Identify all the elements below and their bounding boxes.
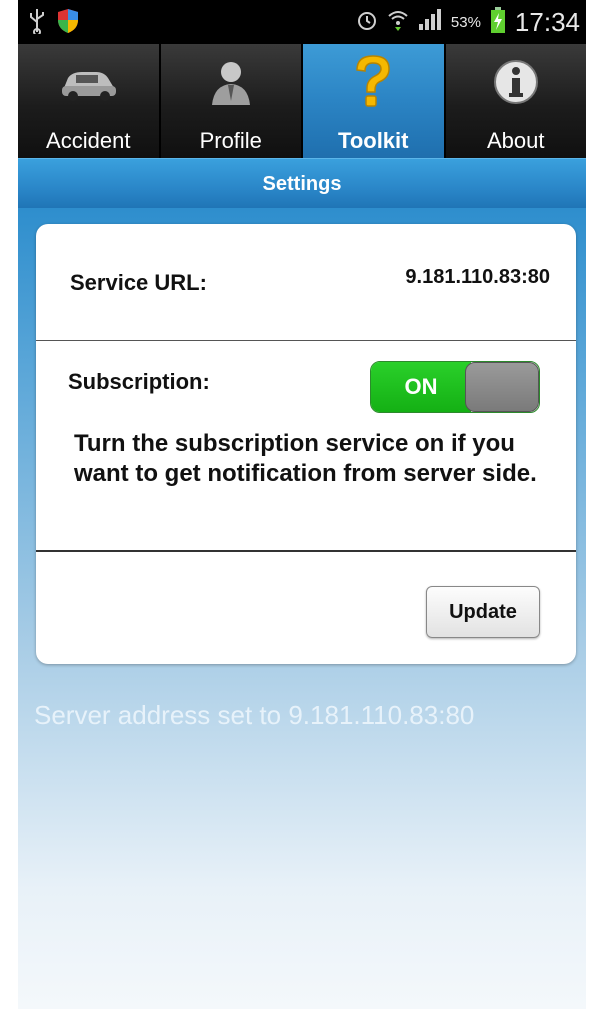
tab-bar: Accident Profile Toolkit About <box>18 44 586 158</box>
alarm-icon <box>355 8 379 37</box>
tab-label: Profile <box>199 128 262 153</box>
update-button[interactable]: Update <box>426 586 540 638</box>
clock: 17:34 <box>514 7 580 37</box>
status-message: Server address set to 9.181.110.83:80 <box>34 700 475 730</box>
usb-icon <box>28 8 46 39</box>
toggle-on-label: ON <box>371 362 471 412</box>
tab-label: Accident <box>46 128 131 153</box>
content-area: Service URL: 9.181.110.83:80 Subscriptio… <box>18 208 586 1009</box>
page-title: Settings <box>262 173 342 195</box>
status-bar: 53% 17:34 <box>18 0 586 44</box>
shield-icon <box>56 8 80 39</box>
tab-accident[interactable]: Accident <box>18 44 161 158</box>
subscription-row: Subscription: ON Turn the subscription s… <box>36 341 576 552</box>
service-url-value: 9.181.110.83:80 <box>405 266 550 288</box>
app-screen: 53% 17:34 Accident Profile Toolkit About… <box>18 0 586 1009</box>
toggle-knob[interactable] <box>465 362 539 412</box>
subscription-toggle[interactable]: ON <box>370 361 540 413</box>
battery-percent: 53% <box>450 14 481 31</box>
signal-icon <box>417 8 443 37</box>
tab-label: About <box>487 128 545 153</box>
car-icon <box>58 54 118 110</box>
subscription-label: Subscription: <box>68 369 210 394</box>
info-icon <box>486 54 546 110</box>
person-icon <box>201 54 261 110</box>
subscription-description: Turn the subscription service on if you … <box>74 430 537 487</box>
tab-about[interactable]: About <box>445 44 586 158</box>
wifi-icon <box>387 8 409 37</box>
tab-profile[interactable]: Profile <box>160 44 303 158</box>
update-row: Update <box>36 552 576 664</box>
settings-header: Settings <box>18 158 586 209</box>
question-icon <box>343 54 403 110</box>
service-url-row[interactable]: Service URL: 9.181.110.83:80 <box>36 224 576 341</box>
settings-card: Service URL: 9.181.110.83:80 Subscriptio… <box>36 224 576 664</box>
service-url-label: Service URL: <box>70 270 207 295</box>
tab-toolkit[interactable]: Toolkit <box>303 44 446 158</box>
battery-charging-icon <box>489 6 507 39</box>
tab-label: Toolkit <box>338 128 409 153</box>
